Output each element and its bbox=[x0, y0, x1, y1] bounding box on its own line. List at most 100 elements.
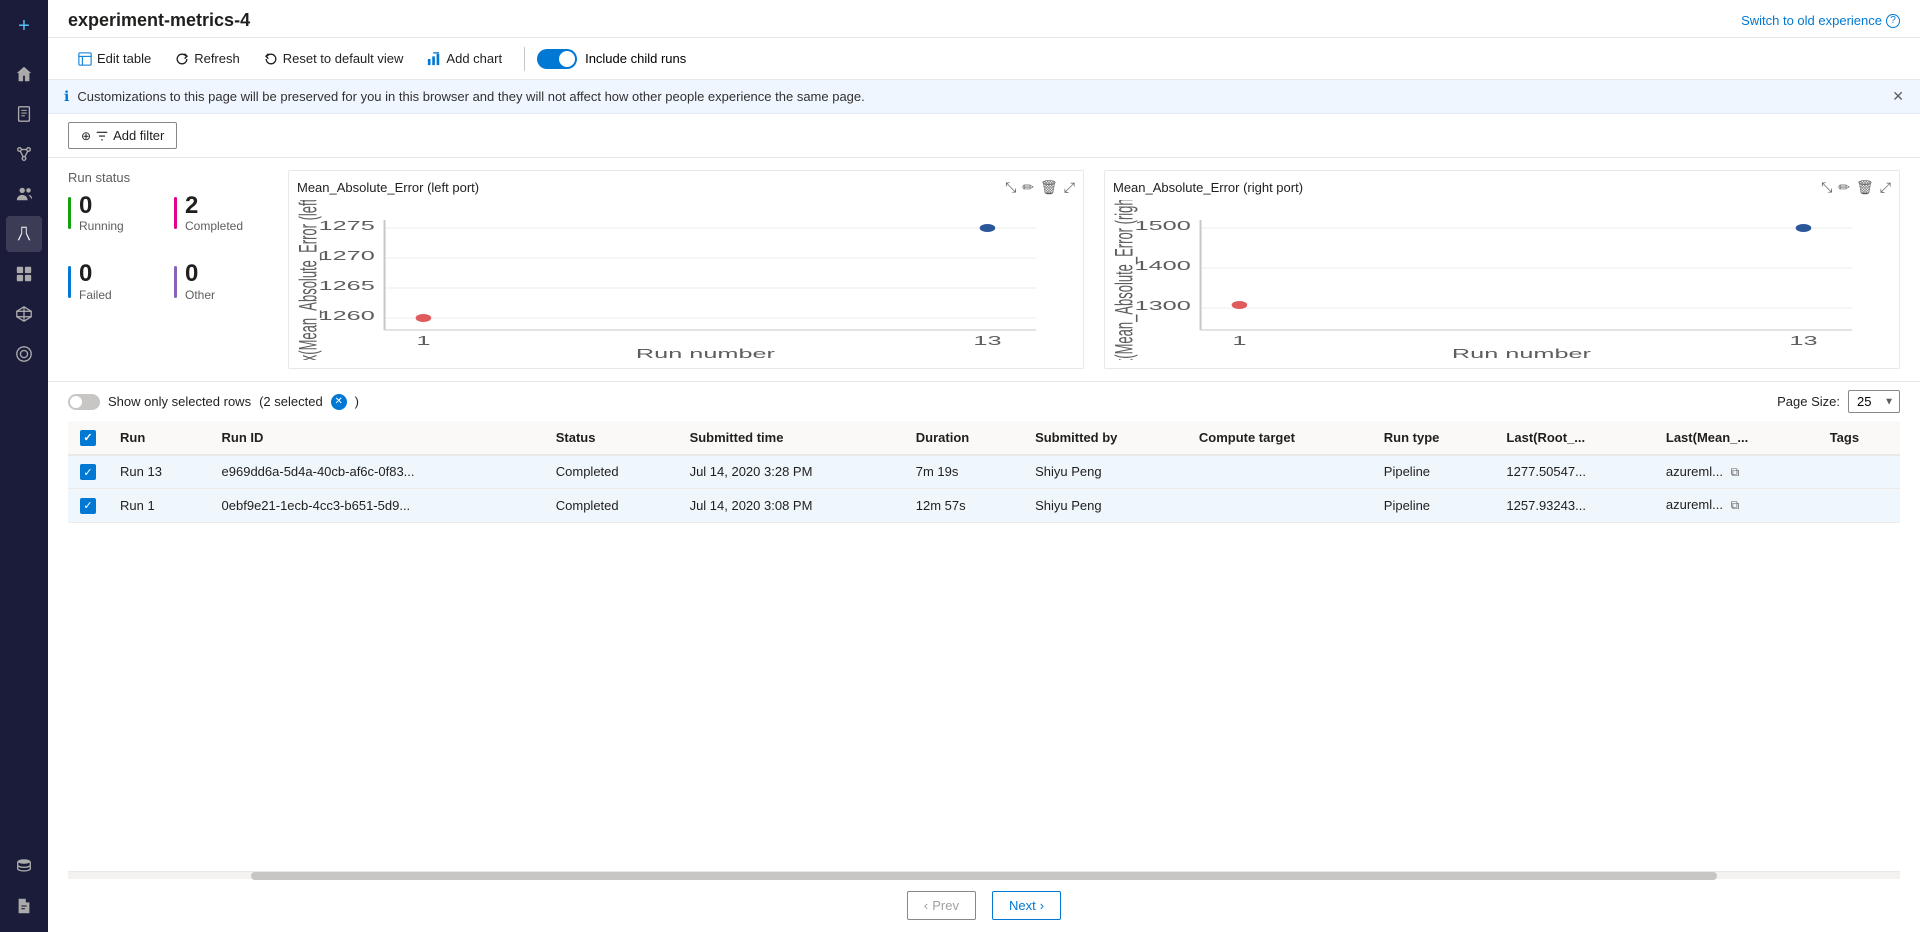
run-type-13: Pipeline bbox=[1372, 455, 1495, 489]
charts-section: Run status 0 Running 2 Completed bbox=[48, 158, 1920, 382]
col-run-type: Run type bbox=[1372, 421, 1495, 455]
submitted-time-13: Jul 14, 2020 3:28 PM bbox=[678, 455, 904, 489]
failed-status: 0 Failed bbox=[68, 261, 162, 301]
sidebar-nav bbox=[6, 56, 42, 844]
show-selected-label: Show only selected rows bbox=[108, 394, 251, 409]
sidebar-item-experiments[interactable] bbox=[6, 216, 42, 252]
scrollbar-thumb bbox=[251, 872, 1717, 880]
selection-info: Show only selected rows (2 selected ✕ ) bbox=[68, 394, 359, 410]
sidebar-item-home[interactable] bbox=[6, 56, 42, 92]
col-run: Run bbox=[108, 421, 210, 455]
page-title: experiment-metrics-4 bbox=[68, 10, 250, 31]
checked-icon-1[interactable]: ✓ bbox=[80, 464, 96, 480]
add-filter-label: Add filter bbox=[113, 128, 164, 143]
create-button[interactable]: + bbox=[6, 8, 42, 44]
tags-1 bbox=[1818, 489, 1900, 523]
svg-text:Run number: Run number bbox=[1452, 347, 1591, 360]
prev-arrow-icon: ‹ bbox=[924, 898, 928, 913]
chart-left-expand-icon[interactable]: ⤢ bbox=[1064, 179, 1075, 196]
sidebar-item-notebooks[interactable] bbox=[6, 96, 42, 132]
copy-icon-2[interactable]: ⧉ bbox=[1731, 498, 1740, 512]
row-checkbox-1[interactable]: ✓ bbox=[68, 455, 108, 489]
status-1: Completed bbox=[544, 489, 678, 523]
info-icon: ℹ bbox=[64, 88, 69, 105]
help-icon: ? bbox=[1886, 14, 1900, 28]
row-checkbox-1[interactable]: ✓ bbox=[68, 489, 108, 523]
chart-right-port: Mean_Absolute_Error (right port) ⤡ ✏ 🗑 ⤢… bbox=[1104, 170, 1900, 369]
last-root-1: 1257.93243... bbox=[1494, 489, 1653, 523]
other-label: Other bbox=[185, 288, 215, 302]
child-runs-toggle-switch[interactable] bbox=[537, 49, 577, 69]
svg-text:1400: 1400 bbox=[1135, 259, 1191, 273]
header-checkbox[interactable]: ✓ bbox=[68, 421, 108, 455]
horizontal-scrollbar[interactable] bbox=[68, 871, 1900, 879]
edit-table-button[interactable]: Edit table bbox=[68, 46, 161, 71]
submitted-time-1: Jul 14, 2020 3:08 PM bbox=[678, 489, 904, 523]
add-filter-button[interactable]: ⊕ Add filter bbox=[68, 122, 177, 149]
header-row: ✓ Run Run ID Status Submitted time Durat… bbox=[68, 421, 1900, 455]
other-bar bbox=[174, 266, 177, 298]
col-submitted-by: Submitted by bbox=[1023, 421, 1187, 455]
selected-count: (2 selected bbox=[259, 394, 323, 409]
sidebar-item-pipelines[interactable] bbox=[6, 136, 42, 172]
run-id-13: e969dd6a-5d4a-40cb-af6c-0f83... bbox=[210, 455, 544, 489]
table-row: ✓ Run 1 0ebf9e21-1ecb-4cc3-b651-5d9... C… bbox=[68, 489, 1900, 523]
run-link-1[interactable]: Run 1 bbox=[108, 489, 210, 523]
page-size-select[interactable]: 25 50 100 bbox=[1848, 390, 1900, 413]
chart-right-line-icon[interactable]: ⤡ bbox=[1821, 179, 1832, 196]
sidebar-item-endpoints[interactable] bbox=[6, 336, 42, 372]
info-bar-close-icon[interactable]: ✕ bbox=[1892, 88, 1904, 105]
chart-right-expand-icon[interactable]: ⤢ bbox=[1880, 179, 1891, 196]
chart-left-edit-icon[interactable]: ✏ bbox=[1022, 179, 1034, 196]
running-status: 0 Running bbox=[68, 193, 162, 233]
copy-icon-1[interactable]: ⧉ bbox=[1731, 465, 1740, 479]
chart-right-title: Mean_Absolute_Error (right port) bbox=[1113, 180, 1303, 195]
chart-left-delete-icon[interactable]: 🗑 bbox=[1040, 179, 1058, 196]
reset-button[interactable]: Reset to default view bbox=[254, 46, 414, 71]
sidebar-item-models[interactable] bbox=[6, 296, 42, 332]
svg-text:1275: 1275 bbox=[319, 219, 375, 233]
prev-button[interactable]: ‹ Prev bbox=[907, 891, 976, 920]
completed-label: Completed bbox=[185, 219, 243, 233]
sidebar-item-dashboard[interactable] bbox=[6, 256, 42, 292]
chart-right-edit-icon[interactable]: ✏ bbox=[1838, 179, 1850, 196]
refresh-button[interactable]: Refresh bbox=[165, 46, 250, 71]
add-filter-icon: ⊕ bbox=[81, 129, 91, 143]
submitted-by-1: Shiyu Peng bbox=[1023, 489, 1187, 523]
chart-right-delete-icon[interactable]: 🗑 bbox=[1856, 179, 1874, 196]
refresh-icon bbox=[175, 52, 189, 66]
show-selected-toggle[interactable] bbox=[68, 394, 100, 410]
table-row: ✓ Run 13 e969dd6a-5d4a-40cb-af6c-0f83...… bbox=[68, 455, 1900, 489]
chart-left-svg: x(Mean_Absolute_Error (left 1275 1270 12… bbox=[297, 200, 1075, 360]
col-tags: Tags bbox=[1818, 421, 1900, 455]
pagination: ‹ Prev Next › bbox=[68, 879, 1900, 932]
checked-icon-1[interactable]: ✓ bbox=[80, 498, 96, 514]
svg-text:1500: 1500 bbox=[1135, 219, 1191, 233]
add-chart-button[interactable]: Add chart bbox=[417, 46, 512, 71]
svg-text:1: 1 bbox=[1232, 334, 1246, 348]
col-run-id: Run ID bbox=[210, 421, 544, 455]
svg-text:13: 13 bbox=[1789, 334, 1817, 348]
chart-left-line-icon[interactable]: ⤡ bbox=[1005, 179, 1016, 196]
failed-label: Failed bbox=[79, 288, 112, 302]
sidebar-item-notebooks2[interactable] bbox=[6, 888, 42, 924]
run-link-13[interactable]: Run 13 bbox=[108, 455, 210, 489]
col-compute-target: Compute target bbox=[1187, 421, 1372, 455]
switch-experience-link[interactable]: Switch to old experience ? bbox=[1741, 13, 1900, 28]
select-all-checkbox[interactable]: ✓ bbox=[80, 430, 96, 446]
run-status-panel: Run status 0 Running 2 Completed bbox=[68, 170, 268, 369]
info-bar: ℹ Customizations to this page will be pr… bbox=[48, 80, 1920, 114]
sidebar-item-people[interactable] bbox=[6, 176, 42, 212]
last-root-13: 1277.50547... bbox=[1494, 455, 1653, 489]
svg-text:1260: 1260 bbox=[319, 309, 375, 323]
page-size-wrap: Page Size: 25 50 100 ▼ bbox=[1777, 390, 1900, 413]
chart-right-actions: ⤡ ✏ 🗑 ⤢ bbox=[1821, 179, 1891, 196]
clear-selection-badge[interactable]: ✕ bbox=[331, 394, 347, 410]
table-section: Show only selected rows (2 selected ✕ ) … bbox=[48, 382, 1920, 932]
table-wrapper: ✓ Run Run ID Status Submitted time Durat… bbox=[68, 421, 1900, 871]
last-mean-1: azureml... ⧉ bbox=[1654, 489, 1818, 523]
sidebar-item-data[interactable] bbox=[6, 848, 42, 884]
chart-left-actions: ⤡ ✏ 🗑 ⤢ bbox=[1005, 179, 1075, 196]
reset-icon bbox=[264, 52, 278, 66]
next-button[interactable]: Next › bbox=[992, 891, 1061, 920]
